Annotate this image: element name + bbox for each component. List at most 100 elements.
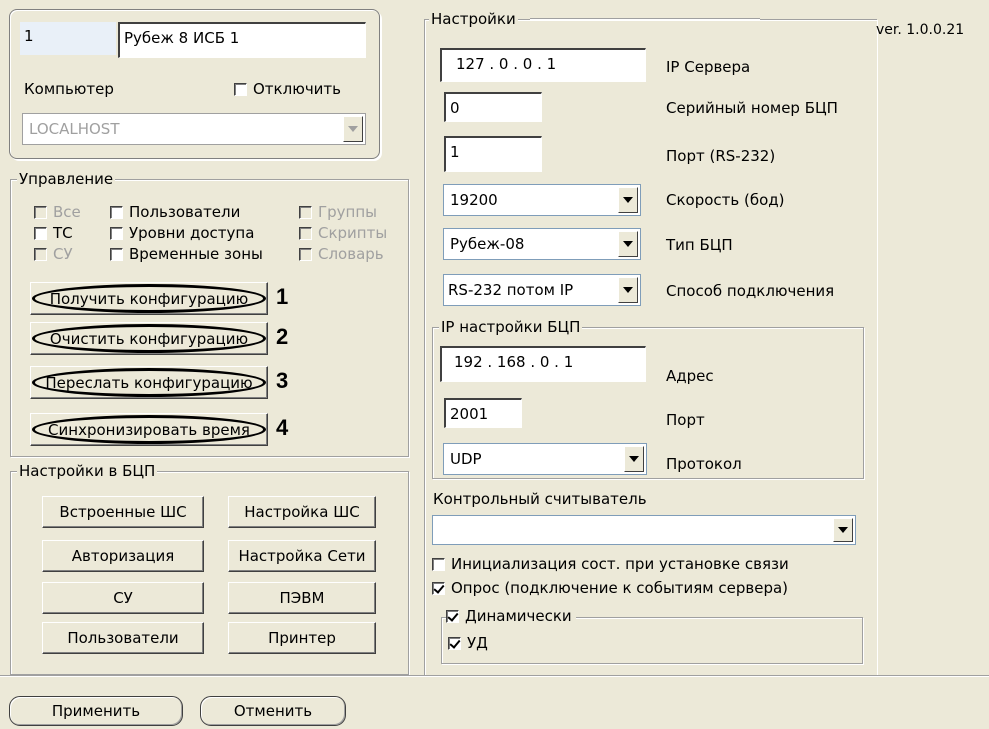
checkbox-access-levels[interactable]: Уровни доступа	[110, 224, 254, 242]
checkbox-su-label: СУ	[53, 245, 73, 263]
ip-port-label: Порт	[666, 411, 705, 429]
init-checkbox-label: Инициализация сост. при установке связи	[451, 555, 789, 573]
checkbox-dictionary-label: Словарь	[318, 245, 384, 263]
authorization-button[interactable]: Авторизация	[42, 540, 204, 572]
reader-select[interactable]	[432, 515, 856, 545]
poll-checkbox-box[interactable]	[432, 581, 445, 595]
checkbox-all-box[interactable]	[34, 205, 47, 219]
checkbox-dictionary[interactable]: Словарь	[299, 245, 384, 263]
speed-select[interactable]: 19200	[443, 184, 641, 216]
checkbox-access-levels-box[interactable]	[110, 226, 123, 240]
computer-label: Компьютер	[24, 80, 114, 98]
checkbox-all-label: Все	[53, 203, 81, 221]
get-config-button[interactable]: Получить конфигурацию	[30, 282, 268, 315]
port-field[interactable]: 1	[444, 136, 542, 172]
protocol-select-value: UDP	[450, 450, 482, 468]
chevron-down-icon[interactable]	[618, 231, 638, 257]
checkbox-time-zones[interactable]: Временные зоны	[110, 245, 263, 263]
chevron-down-icon[interactable]	[624, 446, 644, 472]
disable-checkbox[interactable]: Отключить	[234, 80, 341, 98]
checkbox-users-box[interactable]	[110, 205, 123, 219]
init-checkbox[interactable]: Инициализация сост. при установке связи	[432, 555, 789, 573]
checkbox-scripts-label: Скрипты	[318, 224, 388, 242]
ip-address-field[interactable]: 192 . 168 . 0 . 1	[440, 346, 646, 382]
type-select[interactable]: Рубеж-08	[443, 228, 641, 260]
checkbox-ts-label: ТС	[53, 224, 73, 242]
checkbox-groups-box[interactable]	[299, 205, 312, 219]
ip-port-field[interactable]: 2001	[444, 398, 522, 428]
users-label: Пользователи	[67, 629, 179, 647]
checkbox-dictionary-box[interactable]	[299, 247, 312, 261]
checkbox-time-zones-box[interactable]	[110, 247, 123, 261]
poll-checkbox[interactable]: Опрос (подключение к событиям сервера)	[432, 579, 788, 597]
printer-label: Принтер	[268, 629, 336, 647]
sync-time-button[interactable]: Синхронизировать время	[30, 413, 268, 446]
init-checkbox-box[interactable]	[432, 557, 445, 571]
checkbox-access-levels-label: Уровни доступа	[129, 224, 255, 242]
checkbox-users[interactable]: Пользователи	[110, 203, 240, 221]
ud-checkbox[interactable]: УД	[448, 634, 488, 652]
network-settings-button[interactable]: Настройка Сети	[228, 540, 376, 572]
dynamic-checkbox-box[interactable]	[446, 609, 459, 623]
send-config-button[interactable]: Переслать конфигурацию	[30, 366, 268, 399]
users-button[interactable]: Пользователи	[42, 622, 204, 654]
network-settings-label: Настройка Сети	[238, 547, 366, 565]
su-label: СУ	[113, 589, 133, 607]
ip-address-label: Адрес	[666, 367, 714, 385]
protocol-label: Протокол	[666, 455, 742, 473]
apply-button[interactable]: Применить	[9, 696, 183, 726]
settings-title: Настройки	[429, 10, 518, 28]
protocol-select[interactable]: UDP	[443, 443, 647, 475]
computer-select[interactable]: LOCALHOST	[22, 113, 366, 145]
checkbox-su[interactable]: СУ	[34, 245, 73, 263]
bcp-settings-title: Настройки в БЦП	[17, 462, 158, 480]
shs-settings-button[interactable]: Настройка ШС	[228, 496, 376, 528]
checkbox-time-zones-label: Временные зоны	[129, 245, 263, 263]
annotation-number-1: 1	[276, 284, 289, 309]
clear-config-button[interactable]: Очистить конфигурацию	[30, 322, 268, 355]
chevron-down-icon[interactable]	[618, 277, 638, 303]
send-config-label: Переслать конфигурацию	[45, 373, 253, 392]
server-ip-field[interactable]: 127 . 0 . 0 . 1	[440, 48, 646, 82]
cancel-label: Отменить	[233, 702, 313, 720]
speed-label: Скорость (бод)	[666, 191, 785, 209]
apply-label: Применить	[51, 702, 141, 720]
ud-checkbox-box[interactable]	[448, 636, 461, 650]
sync-time-label: Синхронизировать время	[48, 420, 250, 439]
checkbox-scripts[interactable]: Скрипты	[299, 224, 387, 242]
serial-label: Серийный номер БЦП	[666, 99, 838, 117]
checkbox-groups[interactable]: Группы	[299, 203, 377, 221]
chevron-down-icon[interactable]	[618, 187, 638, 213]
port-label: Порт (RS-232)	[666, 147, 776, 165]
version-label: ver. 1.0.0.21	[876, 22, 965, 38]
checkbox-su-box[interactable]	[34, 247, 47, 261]
connection-select[interactable]: RS-232 потом IP	[443, 274, 641, 306]
checkbox-ts-box[interactable]	[34, 226, 47, 240]
pevm-button[interactable]: ПЭВМ	[228, 582, 376, 614]
disable-checkbox-box[interactable]	[234, 82, 247, 96]
poll-checkbox-label: Опрос (подключение к событиям сервера)	[451, 579, 789, 597]
serial-field[interactable]: 0	[444, 92, 542, 122]
authorization-label: Авторизация	[71, 547, 175, 565]
checkbox-scripts-box[interactable]	[299, 226, 312, 240]
builtin-shs-label: Встроенные ШС	[59, 503, 187, 521]
ip-settings-title: IP настройки БЦП	[439, 318, 583, 336]
pevm-label: ПЭВМ	[279, 589, 325, 607]
object-id-field[interactable]: 1	[20, 22, 116, 55]
settings-title-rule	[530, 18, 760, 20]
annotation-number-2: 2	[276, 324, 289, 349]
management-title: Управление	[17, 170, 116, 188]
cancel-button[interactable]: Отменить	[200, 696, 346, 726]
checkbox-ts[interactable]: ТС	[34, 224, 73, 242]
checkbox-all[interactable]: Все	[34, 203, 81, 221]
chevron-down-icon[interactable]	[343, 116, 363, 142]
object-name-field[interactable]: Рубеж 8 ИСБ 1	[118, 22, 366, 58]
su-button[interactable]: СУ	[42, 582, 204, 614]
printer-button[interactable]: Принтер	[228, 622, 376, 654]
builtin-shs-button[interactable]: Встроенные ШС	[42, 496, 204, 528]
speed-select-value: 19200	[450, 191, 498, 209]
chevron-down-icon[interactable]	[833, 518, 853, 542]
checkbox-groups-label: Группы	[318, 203, 378, 221]
server-ip-label: IP Сервера	[666, 58, 751, 76]
dynamic-checkbox[interactable]: Динамически	[446, 607, 576, 625]
